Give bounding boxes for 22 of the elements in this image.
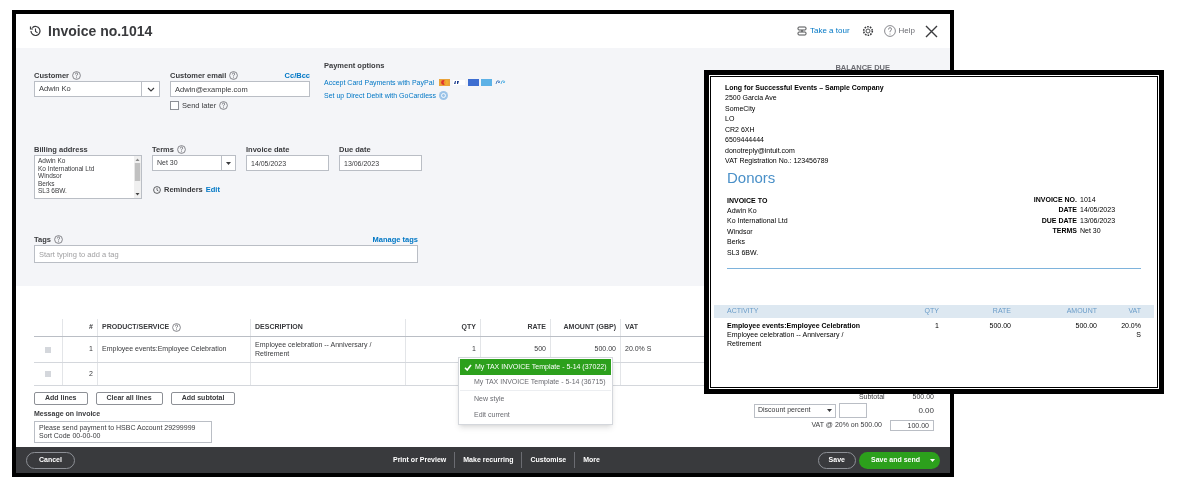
window-title: Invoice no.1014: [48, 21, 153, 41]
clock-icon: [153, 185, 161, 194]
dropdown-caret-icon: [827, 409, 832, 412]
drag-handle-icon: [45, 346, 51, 353]
preview-title: Donors: [727, 168, 777, 187]
drag-handle-icon: [45, 371, 51, 377]
check-icon: [464, 363, 472, 371]
scrollbar-drawing: [134, 156, 141, 198]
help-link[interactable]: Help: [883, 25, 915, 37]
gocardless-icon: [439, 91, 449, 101]
take-a-tour-link[interactable]: Take a tour: [796, 25, 850, 37]
caret-down-icon: [930, 458, 935, 462]
chevron-down-icon: [146, 86, 155, 92]
signpost-icon: [796, 26, 807, 36]
settings-icon: [861, 25, 874, 37]
help-icon: [883, 25, 896, 37]
history-icon: [28, 24, 42, 38]
close-icon: [925, 24, 938, 38]
dropdown-caret-icon: [226, 161, 231, 165]
discount-value-field[interactable]: [839, 403, 867, 418]
discount-amount: 0.00: [918, 404, 934, 417]
send-later-checkbox[interactable]: [170, 101, 179, 111]
